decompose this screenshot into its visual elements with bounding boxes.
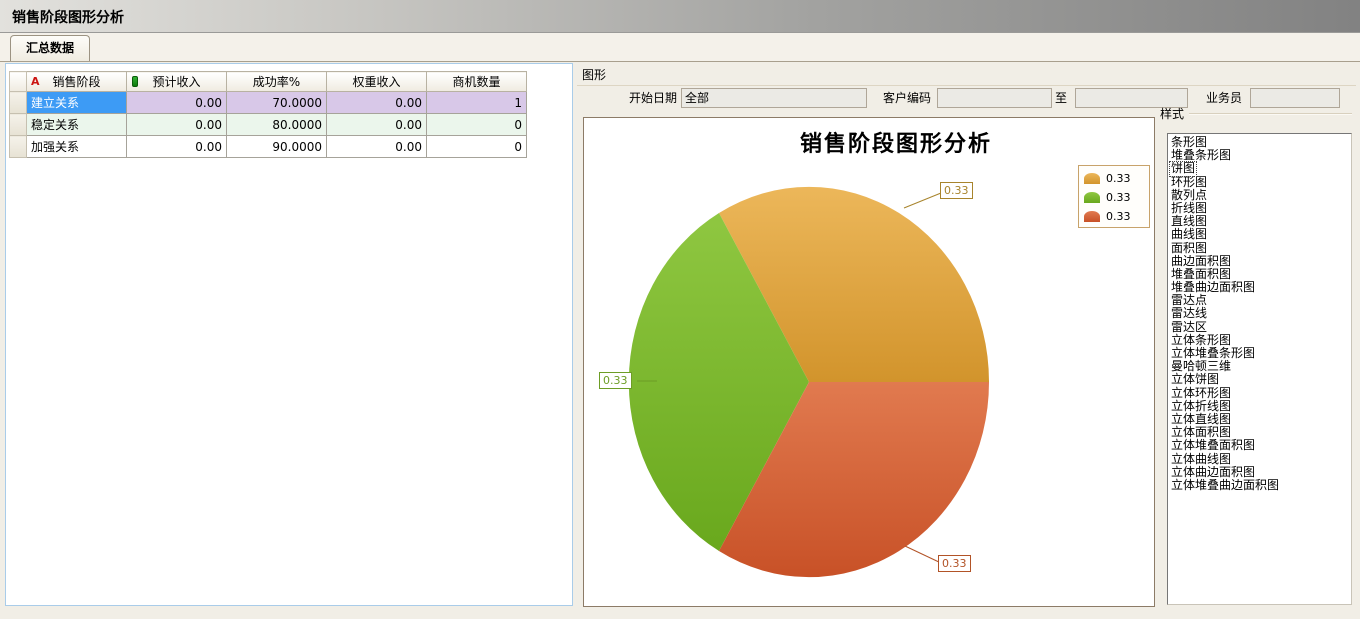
legend-value: 0.33 bbox=[1106, 210, 1131, 223]
legend-item: 0.33 bbox=[1084, 208, 1144, 224]
table-cell[interactable]: 加强关系 bbox=[27, 136, 127, 158]
row-header-cell[interactable] bbox=[10, 136, 27, 158]
style-list-item[interactable]: 雷达线 bbox=[1170, 307, 1208, 320]
stage-table-body: A销售阶段 预计收入 成功率% 权重收入 商机数量 建立关系0.0070.000… bbox=[10, 72, 527, 158]
column-header-weighted[interactable]: 权重收入 bbox=[327, 72, 427, 92]
style-list-item[interactable]: 环形图 bbox=[1170, 176, 1208, 189]
summary-table-panel: A销售阶段 预计收入 成功率% 权重收入 商机数量 建立关系0.0070.000… bbox=[5, 63, 573, 606]
style-panel-title: 样式 bbox=[1160, 105, 1184, 122]
style-list[interactable]: 条形图堆叠条形图饼图环形图散列点折线图直线图曲线图面积图曲边面积图堆叠面积图堆叠… bbox=[1167, 133, 1352, 605]
salesperson-label: 业务员 bbox=[1206, 88, 1245, 108]
column-header-success-rate[interactable]: 成功率% bbox=[227, 72, 327, 92]
slice-label-1: 0.33 bbox=[940, 182, 973, 199]
row-header-cell[interactable] bbox=[10, 114, 27, 136]
style-list-item[interactable]: 立体饼图 bbox=[1170, 373, 1220, 386]
table-cell[interactable]: 稳定关系 bbox=[27, 114, 127, 136]
legend-item: 0.33 bbox=[1084, 170, 1144, 186]
table-cell[interactable]: 80.0000 bbox=[227, 114, 327, 136]
style-list-item[interactable]: 面积图 bbox=[1170, 242, 1208, 255]
graph-panel-title: 图形 bbox=[577, 62, 1356, 86]
start-date-field[interactable]: 全部 bbox=[681, 88, 867, 108]
table-cell[interactable]: 0.00 bbox=[327, 114, 427, 136]
pie-chart-area: 销售阶段图形分析 0.33 0.33 0.33 0.330.330.33 bbox=[583, 117, 1155, 607]
table-header-row: A销售阶段 预计收入 成功率% 权重收入 商机数量 bbox=[10, 72, 527, 92]
style-list-item[interactable]: 立体环形图 bbox=[1170, 387, 1232, 400]
graph-panel: 图形 开始日期 全部 客户编码 至 业务员 销售阶段图形分析 0.33 0.33… bbox=[577, 62, 1356, 611]
row-header-cell[interactable] bbox=[10, 92, 27, 114]
slice-label-3: 0.33 bbox=[938, 555, 971, 572]
sort-a-icon: A bbox=[31, 75, 40, 88]
style-list-item[interactable]: 散列点 bbox=[1170, 189, 1208, 202]
table-corner-cell[interactable] bbox=[10, 72, 27, 92]
legend-value: 0.33 bbox=[1106, 172, 1131, 185]
table-cell[interactable]: 1 bbox=[427, 92, 527, 114]
window-title: 销售阶段图形分析 bbox=[12, 7, 124, 27]
table-cell[interactable]: 0.00 bbox=[327, 136, 427, 158]
style-list-item[interactable]: 饼图 bbox=[1170, 162, 1196, 175]
table-cell[interactable]: 0.00 bbox=[127, 136, 227, 158]
style-list-item[interactable]: 曲线图 bbox=[1170, 228, 1208, 241]
salesperson-field[interactable] bbox=[1250, 88, 1340, 108]
column-header-expected[interactable]: 预计收入 bbox=[127, 72, 227, 92]
style-groove-line bbox=[1189, 113, 1352, 115]
stage-table: A销售阶段 预计收入 成功率% 权重收入 商机数量 建立关系0.0070.000… bbox=[9, 71, 527, 158]
table-row: 稳定关系0.0080.00000.000 bbox=[10, 114, 527, 136]
legend-swatch-icon bbox=[1084, 173, 1100, 184]
legend-swatch-icon bbox=[1084, 192, 1100, 203]
style-list-item[interactable]: 立体折线图 bbox=[1170, 400, 1232, 413]
customer-code-label: 客户编码 bbox=[883, 88, 932, 108]
pie-chart-svg bbox=[584, 118, 1154, 606]
window-titlebar: 销售阶段图形分析 bbox=[0, 0, 1360, 33]
legend-swatch-icon bbox=[1084, 211, 1100, 222]
column-header-stage[interactable]: A销售阶段 bbox=[27, 72, 127, 92]
style-list-item[interactable]: 雷达区 bbox=[1170, 321, 1208, 334]
table-cell[interactable]: 0.00 bbox=[127, 114, 227, 136]
legend-item: 0.33 bbox=[1084, 189, 1144, 205]
green-bar-icon bbox=[132, 76, 138, 87]
style-list-item[interactable]: 立体堆叠曲边面积图 bbox=[1170, 479, 1280, 492]
customer-code-field[interactable] bbox=[937, 88, 1052, 108]
style-list-item[interactable]: 曲边面积图 bbox=[1170, 255, 1232, 268]
to-label: 至 bbox=[1055, 88, 1069, 108]
tab-strip: 汇总数据 bbox=[0, 33, 1360, 62]
table-cell[interactable]: 0 bbox=[427, 114, 527, 136]
style-list-item[interactable]: 立体曲边面积图 bbox=[1170, 466, 1256, 479]
table-row: 建立关系0.0070.00000.001 bbox=[10, 92, 527, 114]
column-header-count[interactable]: 商机数量 bbox=[427, 72, 527, 92]
callout-line-1 bbox=[904, 193, 941, 208]
style-list-item[interactable]: 立体堆叠面积图 bbox=[1170, 439, 1256, 452]
callout-line-3 bbox=[905, 546, 941, 563]
table-cell[interactable]: 70.0000 bbox=[227, 92, 327, 114]
style-list-item[interactable]: 立体曲线图 bbox=[1170, 453, 1232, 466]
table-cell[interactable]: 0.00 bbox=[327, 92, 427, 114]
slice-label-2: 0.33 bbox=[599, 372, 632, 389]
table-cell[interactable]: 90.0000 bbox=[227, 136, 327, 158]
table-cell[interactable]: 建立关系 bbox=[27, 92, 127, 114]
chart-legend: 0.33 0.33 0.33 bbox=[1078, 165, 1150, 228]
start-date-label: 开始日期 bbox=[617, 88, 677, 108]
legend-value: 0.33 bbox=[1106, 191, 1131, 204]
tab-summary-data[interactable]: 汇总数据 bbox=[10, 35, 90, 61]
table-cell[interactable]: 0.00 bbox=[127, 92, 227, 114]
table-row: 加强关系0.0090.00000.000 bbox=[10, 136, 527, 158]
table-cell[interactable]: 0 bbox=[427, 136, 527, 158]
